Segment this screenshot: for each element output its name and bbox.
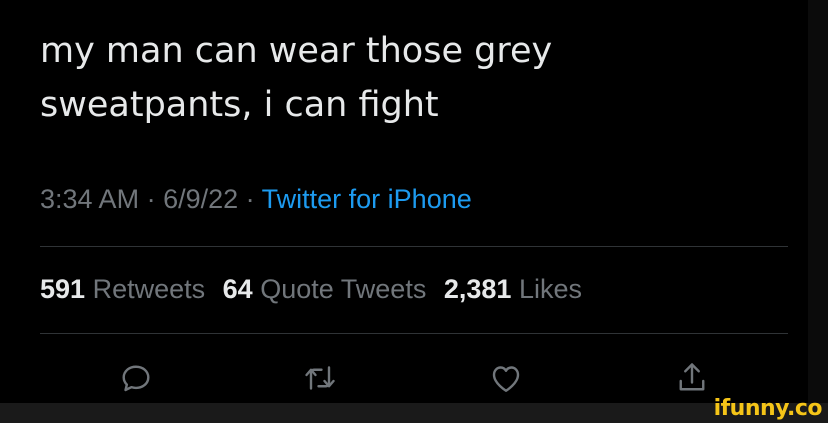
divider	[40, 246, 788, 247]
reply-icon	[118, 360, 154, 401]
divider	[40, 333, 788, 334]
likes-label: Likes	[518, 274, 582, 304]
tweet-text-line-1: my man can wear those grey	[40, 31, 553, 71]
quote-tweets-count: 64	[222, 274, 253, 304]
like-button[interactable]	[484, 358, 528, 402]
retweet-icon	[302, 360, 338, 401]
tweet-time[interactable]: 3:34 AM	[40, 184, 139, 214]
watermark-bar	[0, 403, 828, 423]
tweet-stats: 591 Retweets 64 Quote Tweets 2,381 Likes	[40, 274, 592, 305]
tweet-date[interactable]: 6/9/22	[163, 184, 238, 214]
quote-tweets-label: Quote Tweets	[260, 274, 427, 304]
like-icon	[488, 360, 524, 401]
ifunny-watermark: ifunny.co	[713, 396, 823, 421]
tweet-text: my man can wear those grey sweatpants, i…	[40, 24, 780, 132]
tweet-detail: my man can wear those grey sweatpants, i…	[0, 0, 808, 403]
quote-tweets-stat[interactable]: 64 Quote Tweets	[223, 274, 427, 304]
screen-edge	[808, 0, 828, 403]
tweet-meta: 3:34 AM · 6/9/22 · Twitter for iPhone	[40, 184, 472, 215]
retweet-button[interactable]	[298, 358, 342, 402]
retweets-label: Retweets	[92, 274, 206, 304]
tweet-text-line-2: sweatpants, i can fight	[40, 85, 439, 125]
tweet-source-link[interactable]: Twitter for iPhone	[262, 184, 472, 214]
share-button[interactable]	[670, 358, 714, 402]
meta-separator: ·	[139, 184, 164, 214]
action-bar	[0, 358, 808, 402]
share-icon	[674, 360, 710, 401]
likes-count: 2,381	[443, 274, 512, 304]
likes-stat[interactable]: 2,381 Likes	[444, 274, 582, 304]
reply-button[interactable]	[114, 358, 158, 402]
retweets-count: 591	[40, 274, 86, 304]
retweets-stat[interactable]: 591 Retweets	[40, 274, 205, 304]
meta-separator: ·	[238, 184, 262, 214]
